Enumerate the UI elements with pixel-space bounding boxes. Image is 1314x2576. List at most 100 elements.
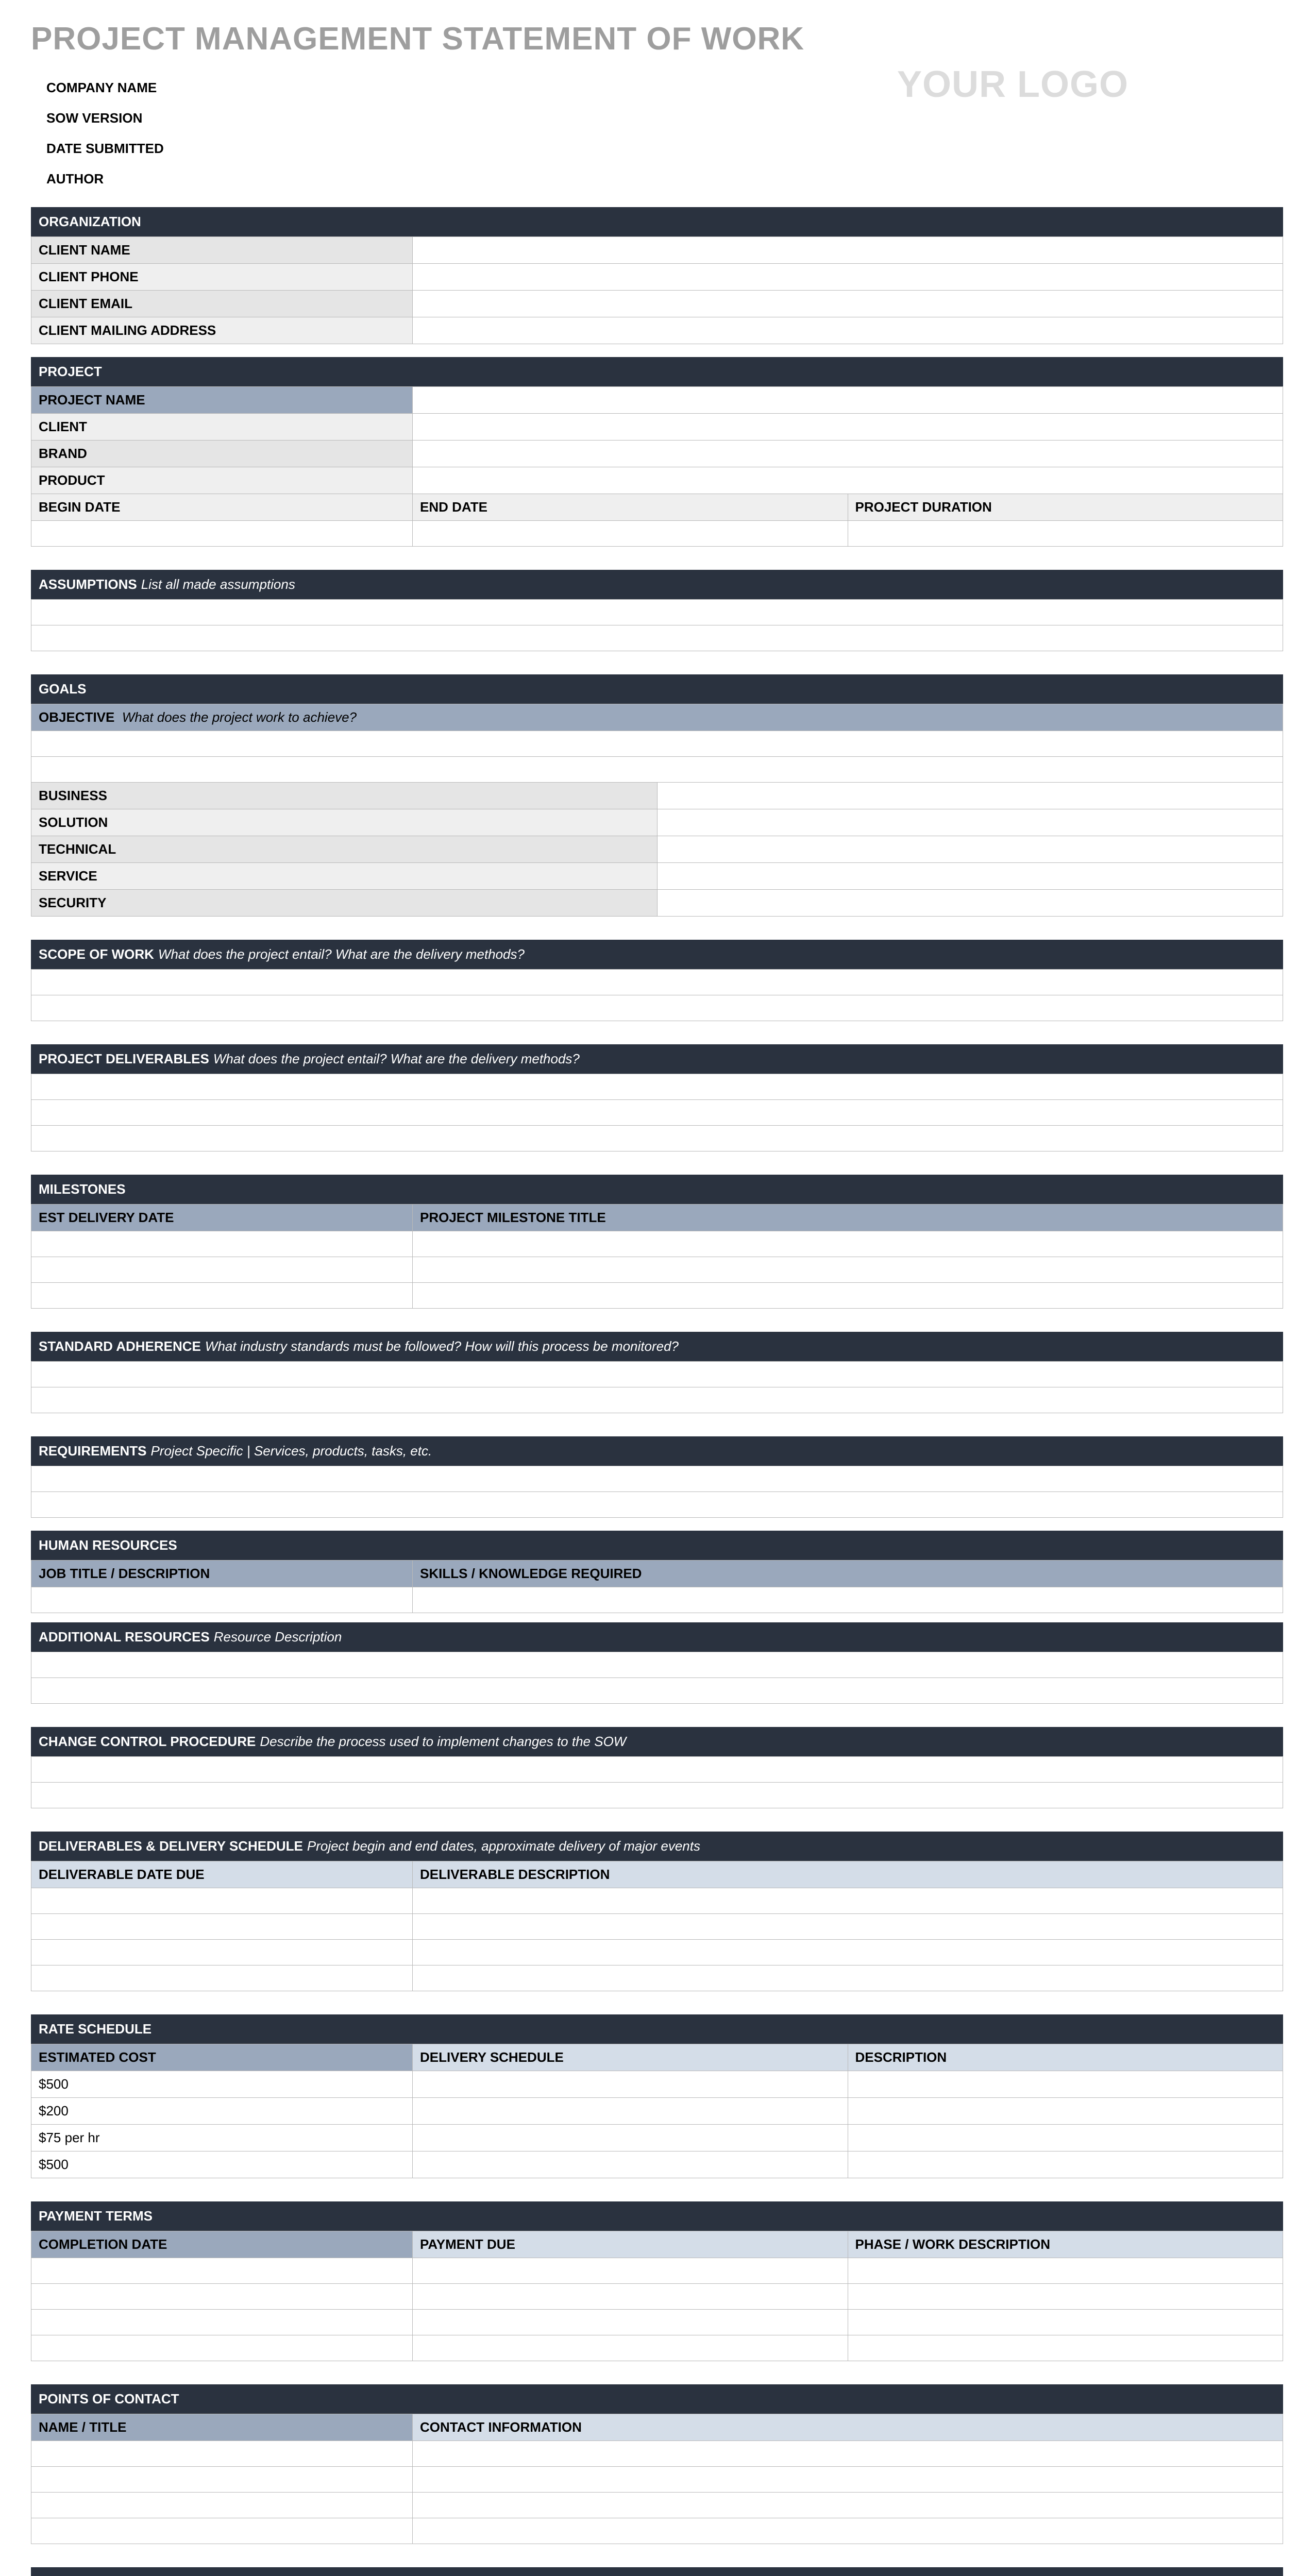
project-duration-input[interactable] [848, 521, 1283, 547]
hr-skills-1[interactable] [413, 1587, 1283, 1613]
project-brand-input[interactable] [413, 440, 1283, 467]
org-client-email-input[interactable] [413, 291, 1283, 317]
meta-submitted: DATE SUBMITTED [46, 133, 164, 164]
poc-contact-3[interactable] [413, 2493, 1283, 2518]
pay-comp-2[interactable] [31, 2284, 413, 2310]
rate-sched-1[interactable] [413, 2071, 848, 2098]
goals-technical-input[interactable] [657, 836, 1283, 863]
rate-desc-3[interactable] [848, 2125, 1283, 2151]
milestone-date-1[interactable] [31, 1231, 413, 1257]
dds-due-4[interactable] [31, 1965, 413, 1991]
hr-title-1[interactable] [31, 1587, 413, 1613]
goals-business-input[interactable] [657, 783, 1283, 809]
standard-header: STANDARD ADHERENCEWhat industry standard… [31, 1332, 1283, 1361]
pay-phase-1[interactable] [848, 2258, 1283, 2284]
section-organization: ORGANIZATION CLIENT NAME CLIENT PHONE CL… [31, 207, 1283, 344]
rate-sched-4[interactable] [413, 2151, 848, 2178]
pay-comp-3[interactable] [31, 2310, 413, 2335]
project-end-date-input[interactable] [413, 521, 848, 547]
organization-header: ORGANIZATION [31, 207, 1283, 236]
poc-contact-1[interactable] [413, 2441, 1283, 2467]
scope-row-1[interactable] [31, 970, 1283, 995]
rate-sched-3[interactable] [413, 2125, 848, 2151]
payment-col-phase: PHASE / WORK DESCRIPTION [848, 2231, 1283, 2258]
addl-row-1[interactable] [31, 1652, 1283, 1678]
change-row-1[interactable] [31, 1757, 1283, 1783]
milestone-title-3[interactable] [413, 1283, 1283, 1309]
poc-name-3[interactable] [31, 2493, 413, 2518]
rate-desc-2[interactable] [848, 2098, 1283, 2125]
hr-col-title: JOB TITLE / DESCRIPTION [31, 1561, 413, 1587]
goals-objective-label: OBJECTIVE What does the project work to … [31, 704, 1283, 731]
rate-sched-2[interactable] [413, 2098, 848, 2125]
pay-phase-4[interactable] [848, 2335, 1283, 2361]
rate-cost-2[interactable]: $200 [31, 2098, 413, 2125]
rate-cost-3[interactable]: $75 per hr [31, 2125, 413, 2151]
scope-row-2[interactable] [31, 995, 1283, 1021]
milestone-title-1[interactable] [413, 1231, 1283, 1257]
goals-objective-row-2[interactable] [31, 757, 1283, 783]
section-deliverables: PROJECT DELIVERABLESWhat does the projec… [31, 1044, 1283, 1151]
org-client-name-label: CLIENT NAME [31, 237, 413, 264]
deliverables-row-1[interactable] [31, 1074, 1283, 1100]
poc-contact-2[interactable] [413, 2467, 1283, 2493]
requirements-header: REQUIREMENTSProject Specific | Services,… [31, 1436, 1283, 1466]
standard-row-1[interactable] [31, 1362, 1283, 1387]
milestone-title-2[interactable] [413, 1257, 1283, 1283]
pay-phase-3[interactable] [848, 2310, 1283, 2335]
milestones-col-title: PROJECT MILESTONE TITLE [413, 1205, 1283, 1231]
pay-due-1[interactable] [413, 2258, 848, 2284]
pay-phase-2[interactable] [848, 2284, 1283, 2310]
section-human-resources: HUMAN RESOURCES JOB TITLE / DESCRIPTION … [31, 1531, 1283, 1613]
assumptions-row-2[interactable] [31, 625, 1283, 651]
dds-desc-2[interactable] [413, 1914, 1283, 1940]
org-client-mailing-input[interactable] [413, 317, 1283, 344]
change-row-2[interactable] [31, 1783, 1283, 1808]
dds-desc-1[interactable] [413, 1888, 1283, 1914]
rate-cost-1[interactable]: $500 [31, 2071, 413, 2098]
pay-due-3[interactable] [413, 2310, 848, 2335]
goals-service-input[interactable] [657, 863, 1283, 890]
project-header: PROJECT [31, 357, 1283, 386]
deliverables-row-3[interactable] [31, 1126, 1283, 1151]
pay-comp-4[interactable] [31, 2335, 413, 2361]
requirements-row-1[interactable] [31, 1466, 1283, 1492]
section-poc: POINTS OF CONTACT NAME / TITLE CONTACT I… [31, 2384, 1283, 2544]
standard-row-2[interactable] [31, 1387, 1283, 1413]
org-client-name-input[interactable] [413, 237, 1283, 264]
poc-name-4[interactable] [31, 2518, 413, 2544]
dds-due-3[interactable] [31, 1940, 413, 1965]
poc-name-1[interactable] [31, 2441, 413, 2467]
goals-objective-row-1[interactable] [31, 731, 1283, 757]
goals-technical-label: TECHNICAL [31, 836, 658, 863]
project-name-input[interactable] [413, 387, 1283, 414]
addl-row-2[interactable] [31, 1678, 1283, 1704]
goals-security-input[interactable] [657, 890, 1283, 917]
milestone-date-2[interactable] [31, 1257, 413, 1283]
org-client-phone-input[interactable] [413, 264, 1283, 291]
dds-due-2[interactable] [31, 1914, 413, 1940]
dds-due-1[interactable] [31, 1888, 413, 1914]
section-assumptions: ASSUMPTIONSList all made assumptions [31, 570, 1283, 651]
dds-desc-4[interactable] [413, 1965, 1283, 1991]
project-client-input[interactable] [413, 414, 1283, 440]
pay-due-2[interactable] [413, 2284, 848, 2310]
rate-cost-4[interactable]: $500 [31, 2151, 413, 2178]
pay-comp-1[interactable] [31, 2258, 413, 2284]
project-product-input[interactable] [413, 467, 1283, 494]
dds-desc-3[interactable] [413, 1940, 1283, 1965]
org-client-phone-label: CLIENT PHONE [31, 264, 413, 291]
requirements-row-2[interactable] [31, 1492, 1283, 1518]
poc-contact-4[interactable] [413, 2518, 1283, 2544]
rate-desc-4[interactable] [848, 2151, 1283, 2178]
goals-solution-input[interactable] [657, 809, 1283, 836]
pay-due-4[interactable] [413, 2335, 848, 2361]
rate-desc-1[interactable] [848, 2071, 1283, 2098]
deliverables-row-2[interactable] [31, 1100, 1283, 1126]
assumptions-row-1[interactable] [31, 600, 1283, 625]
section-terms: BUSINESS TERMS / CONDITIONS DURATION OF … [31, 2567, 1283, 2576]
poc-name-2[interactable] [31, 2467, 413, 2493]
project-begin-date-input[interactable] [31, 521, 413, 547]
milestones-col-date: EST DELIVERY DATE [31, 1205, 413, 1231]
milestone-date-3[interactable] [31, 1283, 413, 1309]
